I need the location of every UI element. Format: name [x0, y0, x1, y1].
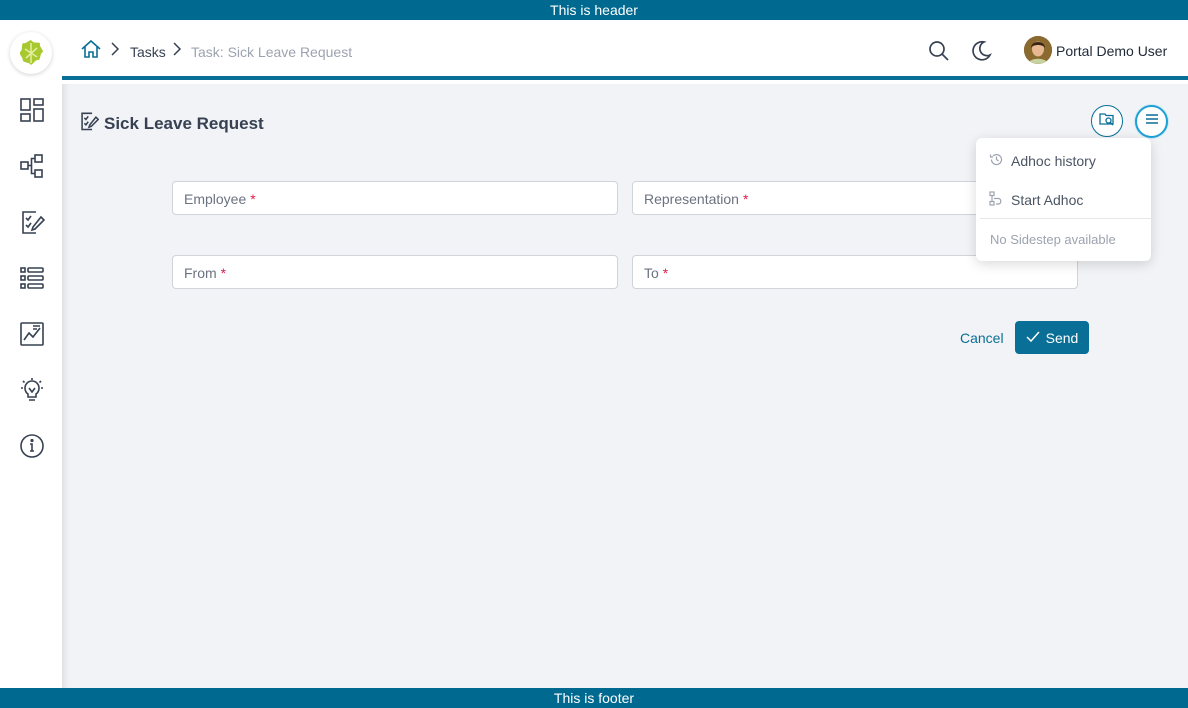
user-name[interactable]: Portal Demo User: [1056, 43, 1167, 59]
case-documents-button[interactable]: [1091, 105, 1123, 137]
employee-field[interactable]: Employee *: [172, 181, 618, 215]
home-icon[interactable]: [80, 38, 102, 65]
idea-bulb-icon[interactable]: [16, 374, 48, 406]
history-icon: [989, 152, 1004, 170]
start-adhoc-label: Start Adhoc: [1011, 192, 1084, 208]
page-title: Sick Leave Request: [104, 113, 264, 133]
adhoc-flow-icon: [989, 191, 1004, 209]
task-edit-icon: [79, 111, 100, 136]
list-icon[interactable]: [16, 262, 48, 294]
actions-dropdown: Adhoc history Start Adhoc No Sidestep av…: [976, 138, 1151, 261]
send-button[interactable]: Send: [1015, 321, 1089, 354]
dashboard-icon[interactable]: [16, 94, 48, 126]
from-date-field[interactable]: From *: [172, 255, 618, 289]
adhoc-history-label: Adhoc history: [1011, 153, 1096, 169]
from-label: From *: [184, 265, 227, 281]
info-icon[interactable]: [16, 430, 48, 462]
menu-icon: [1144, 112, 1160, 131]
process-icon[interactable]: [16, 150, 48, 182]
folder-search-icon: [1098, 110, 1116, 133]
start-adhoc-item[interactable]: Start Adhoc: [976, 181, 1151, 219]
send-label: Send: [1045, 329, 1079, 346]
moon-icon[interactable]: [969, 39, 993, 63]
header-banner: This is header: [0, 0, 1188, 20]
search-icon[interactable]: [927, 39, 951, 63]
adhoc-history-item[interactable]: Adhoc history: [976, 142, 1151, 180]
statistics-icon[interactable]: [16, 318, 48, 350]
breadcrumb-tasks[interactable]: Tasks: [130, 44, 166, 60]
actions-menu-button[interactable]: [1135, 105, 1168, 138]
to-label: To *: [644, 265, 669, 281]
page-header: Sick Leave Request: [79, 111, 264, 136]
sidebar: [0, 20, 62, 688]
representation-label: Representation *: [644, 191, 749, 207]
breadcrumb-current: Task: Sick Leave Request: [191, 44, 353, 60]
topbar: Tasks Task: Sick Leave Request Portal De…: [62, 20, 1188, 80]
dropdown-divider: [980, 218, 1151, 219]
cancel-button[interactable]: Cancel: [960, 330, 1004, 346]
no-sidestep-note: No Sidestep available: [990, 232, 1116, 247]
chevron-right-icon: [172, 42, 182, 61]
chevron-right-icon: [110, 42, 120, 61]
leaf-logo-icon[interactable]: [10, 32, 52, 74]
footer-banner: This is footer: [0, 688, 1188, 708]
employee-label: Employee *: [184, 191, 256, 207]
check-icon: [1026, 330, 1040, 346]
task-edit-icon[interactable]: [16, 206, 48, 238]
avatar[interactable]: [1024, 36, 1052, 64]
